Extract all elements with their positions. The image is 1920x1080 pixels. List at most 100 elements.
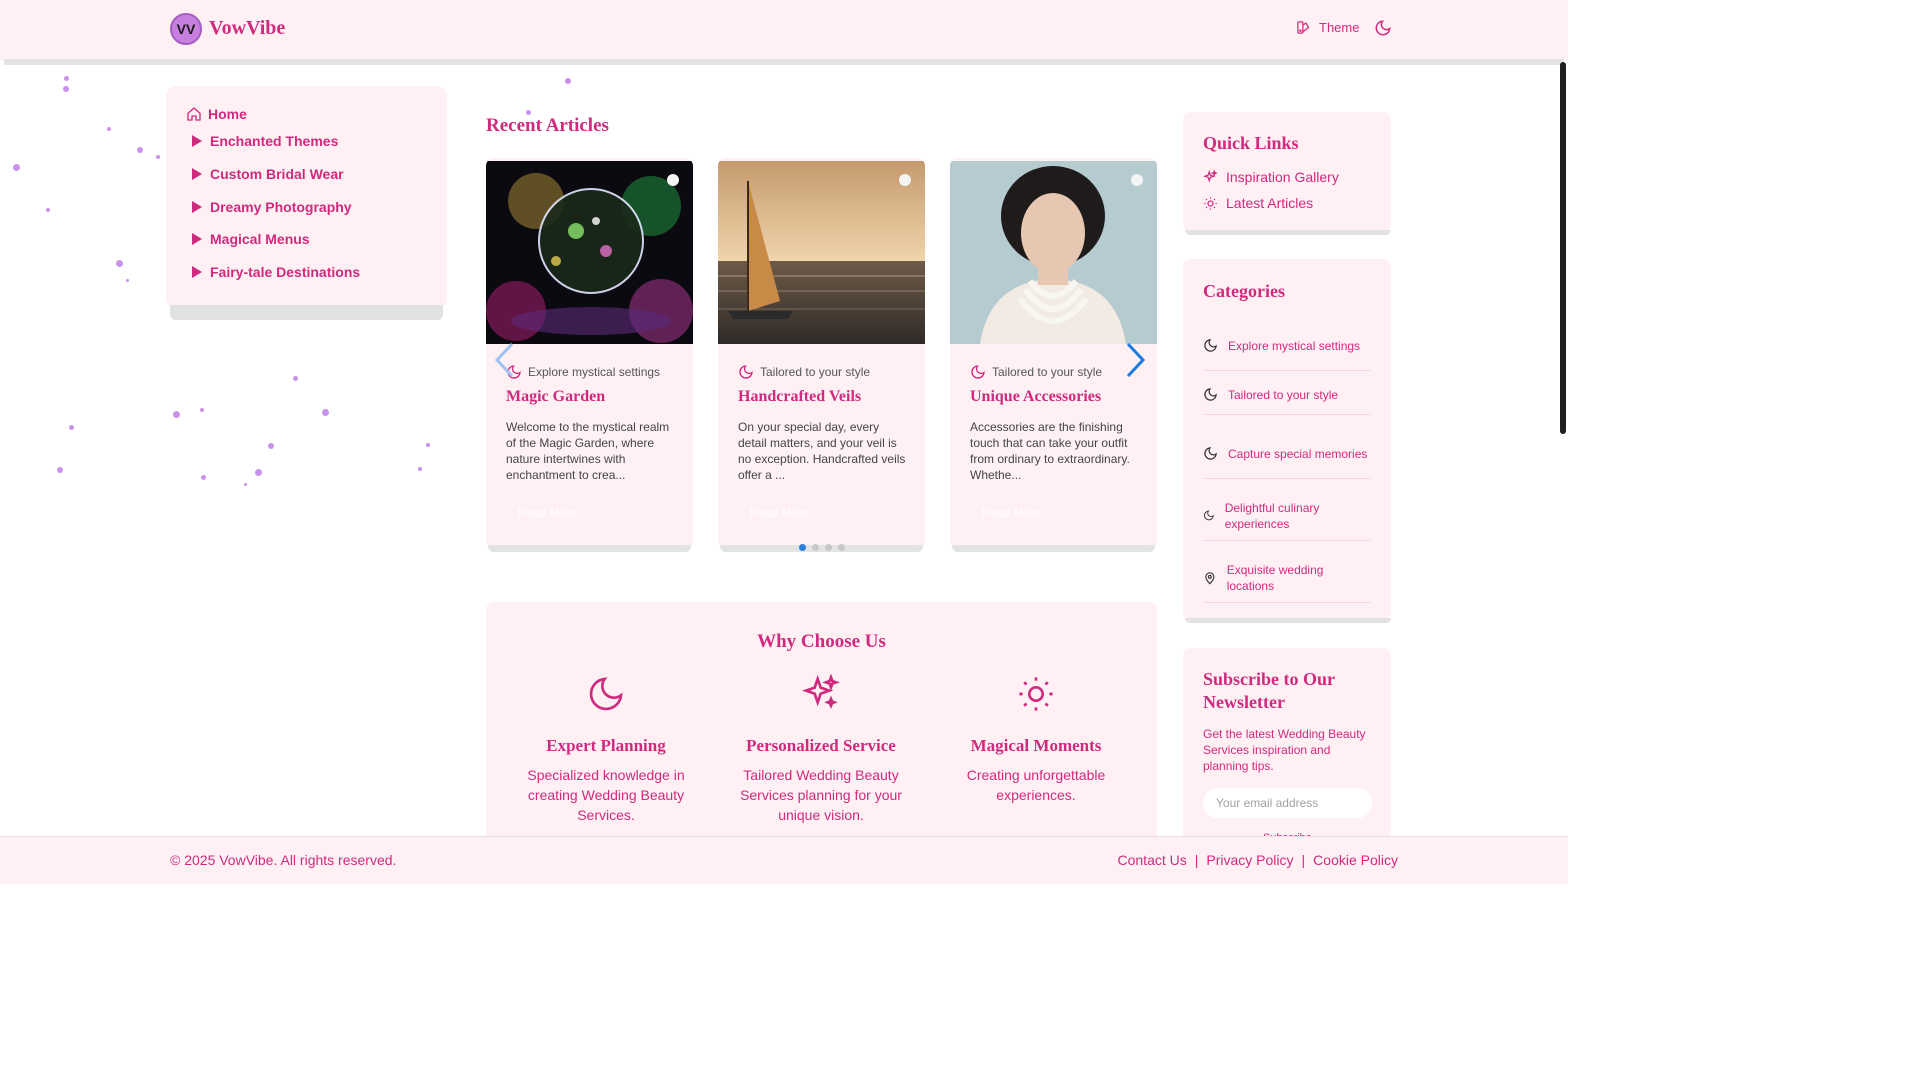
footer-links: Contact Us | Privacy Policy | Cookie Pol… (1118, 852, 1399, 868)
sidebar-nav-footer (170, 305, 443, 320)
feature-title: Magical Moments (970, 736, 1102, 755)
article-title[interactable]: Unique Accessories (970, 388, 1101, 406)
footer-link-privacy[interactable]: Privacy Policy (1206, 852, 1293, 868)
theme-label: Theme (1319, 20, 1360, 35)
article-tag-label: Explore mystical settings (528, 365, 661, 379)
theme-button[interactable]: Theme (1296, 20, 1359, 35)
site-logo-text[interactable]: VowVibe (209, 17, 285, 40)
sparkle-particle (64, 76, 69, 81)
article-excerpt: Welcome to the mystical realm of the Mag… (506, 420, 670, 482)
copyright-text: © 2025 VowVibe. All rights reserved. (170, 852, 397, 868)
article-card[interactable]: Explore mystical settings Magic Garden W… (486, 158, 693, 548)
footer-separator: | (1194, 852, 1199, 868)
triangle-right-icon (192, 135, 202, 147)
logo-badge[interactable]: VV (170, 13, 202, 45)
sidebar-item-magical-menus[interactable]: Magical Menus (192, 231, 310, 247)
triangle-right-icon (192, 233, 202, 245)
sidebar-item-fairy-tale-destinations[interactable]: Fairy-tale Destinations (192, 264, 360, 280)
home-icon (187, 107, 201, 121)
quick-link-inspiration-gallery[interactable]: Inspiration Gallery (1203, 169, 1339, 185)
sparkles-icon (801, 674, 840, 710)
sparkle-particle (244, 483, 247, 486)
quick-link-latest-articles[interactable]: Latest Articles (1203, 195, 1313, 211)
article-tag: Explore mystical settings (506, 364, 660, 380)
footer-link-cookie[interactable]: Cookie Policy (1313, 852, 1398, 868)
sidebar-item-label: Fairy-tale Destinations (210, 264, 361, 280)
quick-links-title: Quick Links (1203, 133, 1299, 153)
sidebar-item-label: Custom Bridal Wear (210, 166, 344, 182)
moon-icon (1375, 20, 1391, 36)
bookmark-toggle[interactable] (667, 174, 679, 186)
footer-link-contact[interactable]: Contact Us (1118, 852, 1187, 868)
article-tag: Tailored to your style (738, 364, 870, 380)
read-more-button[interactable]: Read More (750, 506, 809, 520)
chevron-right-icon (1126, 342, 1146, 378)
moon-icon (739, 365, 753, 379)
feature-magical-moments: Magical Moments Creating unforgettable e… (951, 674, 1121, 805)
sparkle-particle (322, 409, 329, 416)
sparkle-particle (255, 469, 262, 476)
map-pin-icon (1205, 571, 1215, 585)
category-label: Capture special memories (1228, 446, 1368, 461)
feature-title: Personalized Service (746, 736, 896, 755)
sparkle-particle (201, 475, 206, 480)
card-footer-bar (488, 545, 691, 552)
article-excerpt: Accessories are the finishing touch that… (970, 420, 1130, 482)
moon-icon (589, 677, 623, 711)
category-label: Tailored to your style (1228, 387, 1339, 402)
quick-links-panel: Quick Links Inspiration Gallery Latest A… (1183, 112, 1391, 232)
read-more-button[interactable]: Read More (982, 506, 1041, 520)
panel-footer-bar (1185, 618, 1391, 623)
newsletter-description: Get the latest Wedding Beauty Services i… (1203, 727, 1366, 773)
feature-description: Specialized knowledge in creating Weddin… (527, 767, 685, 823)
newsletter-panel: Subscribe to Our Newsletter Get the late… (1183, 648, 1391, 848)
footer-separator: | (1301, 852, 1306, 868)
carousel-next-button[interactable] (1126, 342, 1146, 383)
category-item[interactable]: Delightful culinary experiences (1203, 491, 1371, 541)
moon-icon (1204, 447, 1217, 460)
sparkle-particle (426, 443, 430, 447)
category-label: Delightful culinary experiences (1224, 500, 1320, 531)
sparkle-particle (63, 86, 69, 92)
pagination-dot[interactable] (812, 544, 819, 551)
page-scrollbar[interactable] (1560, 62, 1566, 434)
sparkle-particle (107, 127, 111, 131)
bookmark-toggle[interactable] (899, 174, 911, 186)
why-choose-us-title: Why Choose Us (757, 631, 886, 652)
sparkle-particle (126, 279, 129, 282)
pagination-dot[interactable] (838, 544, 845, 551)
article-title[interactable]: Magic Garden (506, 388, 605, 406)
category-item[interactable]: Explore mystical settings (1203, 321, 1371, 371)
sidebar-item-custom-bridal-wear[interactable]: Custom Bridal Wear (192, 166, 344, 182)
email-field[interactable] (1203, 788, 1372, 818)
article-image-sailboat (718, 161, 925, 344)
sparkle-particle (418, 467, 422, 471)
sidebar-item-enchanted-themes[interactable]: Enchanted Themes (192, 133, 338, 149)
header-divider (4, 59, 1564, 65)
bookmark-toggle[interactable] (1131, 174, 1143, 186)
sparkle-particle (293, 376, 298, 381)
sidebar-item-home[interactable]: Home (186, 106, 247, 122)
quick-link-label: Latest Articles (1226, 195, 1314, 211)
pagination-dot[interactable] (799, 544, 806, 551)
article-tag: Tailored to your style (970, 364, 1102, 380)
category-item[interactable]: Exquisite wedding locations (1203, 553, 1371, 603)
newsletter-title: Subscribe to Our Newsletter (1203, 669, 1335, 712)
pagination-dot[interactable] (825, 544, 832, 551)
sidebar-item-label: Dreamy Photography (210, 199, 352, 215)
category-item[interactable]: Tailored to your style (1203, 375, 1371, 415)
dark-mode-toggle[interactable] (1374, 19, 1392, 42)
moon-icon (1204, 388, 1217, 401)
quick-link-label: Inspiration Gallery (1226, 169, 1339, 185)
article-title[interactable]: Handcrafted Veils (738, 388, 861, 406)
feature-expert-planning: Expert Planning Specialized knowledge in… (521, 674, 691, 825)
carousel-pagination[interactable] (799, 544, 845, 551)
sidebar-item-label: Home (208, 106, 247, 122)
sidebar-item-dreamy-photography[interactable]: Dreamy Photography (192, 199, 352, 215)
sparkle-particle (116, 260, 123, 267)
read-more-button[interactable]: Read More (518, 506, 577, 520)
article-tag-label: Tailored to your style (760, 365, 871, 379)
article-card[interactable]: Tailored to your style Handcrafted Veils… (718, 158, 925, 548)
carousel-prev-button[interactable] (494, 342, 514, 383)
category-item[interactable]: Capture special memories (1203, 429, 1371, 479)
